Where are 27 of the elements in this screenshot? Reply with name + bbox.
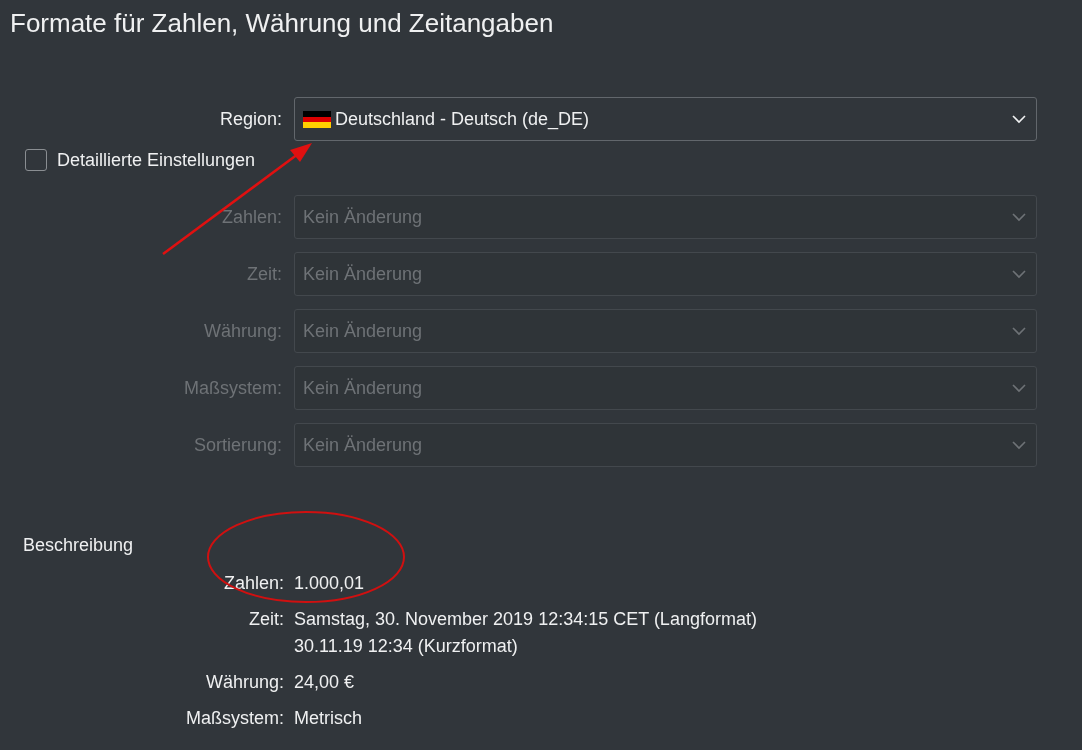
chevron-icon bbox=[1012, 383, 1026, 393]
chevron-icon bbox=[1012, 440, 1026, 450]
field-label: Region: bbox=[218, 107, 283, 131]
section-heading: Beschreibung bbox=[23, 535, 134, 555]
description-value: Samstag, 30. November 2019 12:34:15 CET (Langformat) bbox=[294, 608, 757, 631]
description-label: Währung: bbox=[204, 671, 285, 694]
page-title: Formate für Zahlen, Währung und Zeitangaben bbox=[9, 7, 555, 40]
description-value: 30.11.19 12:34 (Kurzformat) bbox=[294, 635, 519, 658]
description-label: Zahlen: bbox=[222, 572, 285, 595]
chevron-icon bbox=[1012, 326, 1026, 336]
chevron-icon bbox=[1012, 212, 1026, 222]
dropdown[interactable]: Deutschland - Deutsch (de_DE) bbox=[294, 97, 1037, 141]
description-label: Maßsystem: bbox=[185, 707, 285, 730]
field-label: Sortierung: bbox=[192, 433, 283, 457]
field-label: Währung: bbox=[202, 319, 283, 343]
field-label: Zahlen: bbox=[220, 205, 283, 229]
description-value: 1.000,01 bbox=[294, 572, 365, 595]
checkbox-label: Detaillierte Einstellungen bbox=[57, 148, 256, 172]
field-label: Zeit: bbox=[246, 262, 283, 286]
field-label: Maßsystem: bbox=[183, 376, 283, 400]
chevron-icon bbox=[1012, 114, 1026, 124]
description-value: 24,00 € bbox=[294, 671, 355, 694]
checkbox[interactable] bbox=[25, 149, 47, 171]
description-value: Metrisch bbox=[294, 707, 362, 730]
chevron-icon bbox=[1012, 269, 1026, 279]
description-label: Zeit: bbox=[248, 608, 285, 631]
flag-icon bbox=[303, 110, 331, 128]
